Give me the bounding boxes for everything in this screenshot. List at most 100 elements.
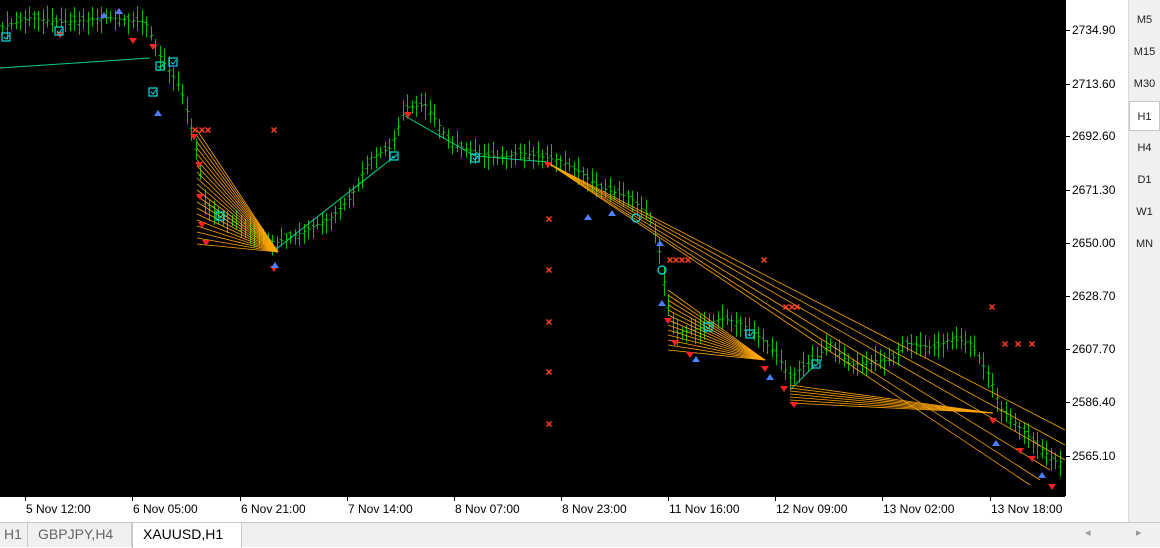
cross-marker (198, 126, 206, 134)
fib-channel-line (547, 162, 1065, 461)
chart-tab-xauusd-h1[interactable]: XAUUSD,H1 (132, 523, 242, 548)
price-tick (1066, 83, 1070, 85)
timeframe-button-h1[interactable]: H1 (1129, 101, 1160, 131)
time-tick-label: 13 Nov 18:00 (991, 502, 1063, 516)
check-mark-icon (170, 59, 177, 65)
trend-line (274, 155, 396, 251)
fib-fan-line (789, 393, 994, 414)
timeframe-button-h4[interactable]: H4 (1129, 133, 1160, 163)
price-chart (0, 5, 1065, 490)
chart-tab-gbpjpy-h4[interactable]: GBPJPY,H4 (28, 523, 132, 547)
check-mark-icon (813, 361, 820, 367)
price-tick (1066, 402, 1070, 404)
price-tick-label: 2607.70 (1072, 341, 1116, 356)
sell-arrow-icon (686, 352, 694, 358)
price-tick (1066, 348, 1070, 350)
cross-marker (204, 126, 212, 134)
fib-fan-line (196, 129, 279, 253)
price-tick-label: 2692.60 (1072, 129, 1116, 144)
price-tick-label: 2671.30 (1072, 182, 1116, 197)
time-axis: 5 Nov 12:00 6 Nov 05:00 6 Nov 21:00 7 Nov 1… (0, 496, 1065, 522)
timeframe-button-m30[interactable]: M30 (1129, 69, 1160, 99)
price-tick (1066, 296, 1070, 298)
timeframe-panel: M5 M15 M30 H1 H4 D1 W1 MN (1128, 0, 1160, 522)
check-mark-icon (3, 34, 10, 40)
fib-fan-line (196, 195, 279, 253)
time-tick (668, 497, 669, 501)
trend-line (0, 57, 151, 69)
price-tick-label: 2565.10 (1072, 448, 1116, 463)
timeframe-button-w1[interactable]: W1 (1129, 197, 1160, 227)
trend-line (789, 364, 816, 391)
chart-area[interactable] (0, 0, 1065, 496)
cross-marker (988, 303, 996, 311)
price-tick-label: 2734.90 (1072, 23, 1116, 38)
sell-arrow-icon (129, 38, 137, 44)
time-tick-label: 6 Nov 21:00 (241, 502, 306, 516)
buy-arrow-icon (271, 262, 279, 268)
time-tick-label: 8 Nov 23:00 (562, 502, 627, 516)
sell-arrow-icon (761, 366, 769, 372)
cross-marker (666, 256, 674, 264)
cross-marker (1028, 340, 1036, 348)
buy-arrow-icon (656, 240, 664, 246)
time-tick-label: 11 Nov 16:00 (669, 502, 740, 516)
fib-channel-line (547, 162, 1041, 481)
chart-tab-bar: XAUUSD,H1 GBPJPY,H4 H1 ◂ ▸ (0, 522, 1160, 548)
buy-arrow-icon (115, 8, 123, 14)
price-tick-label: 2628.70 (1072, 289, 1116, 304)
buy-arrow-icon (1038, 472, 1046, 478)
time-tick-label: 13 Nov 02:00 (883, 502, 955, 516)
buy-arrow-icon (658, 300, 666, 306)
time-tick (775, 497, 776, 501)
fib-fan-line (789, 387, 994, 414)
price-tick (1066, 455, 1070, 457)
time-tick (240, 497, 241, 501)
tab-scroll-left-icon[interactable]: ◂ (1085, 526, 1091, 539)
chart-tab-h1[interactable]: H1 (0, 523, 28, 547)
timeframe-button-mn[interactable]: MN (1129, 229, 1160, 259)
buy-arrow-icon (154, 110, 162, 116)
sell-arrow-icon (989, 418, 997, 424)
price-tick (1066, 30, 1070, 32)
cross-marker (545, 318, 553, 326)
fib-channel-line (547, 162, 1065, 446)
buy-arrow-icon (608, 210, 616, 216)
cross-marker (678, 256, 686, 264)
price-tick (1066, 242, 1070, 244)
time-tick (561, 497, 562, 501)
price-tick-label: 2713.60 (1072, 76, 1116, 91)
tab-scroll-right-icon[interactable]: ▸ (1136, 526, 1142, 539)
time-tick-label: 6 Nov 05:00 (133, 502, 198, 516)
cross-marker (545, 368, 553, 376)
box-marker (168, 57, 178, 67)
cross-marker (545, 420, 553, 428)
buy-arrow-icon (692, 356, 700, 362)
time-tick-label: 12 Nov 09:00 (776, 502, 848, 516)
price-tick (1066, 189, 1070, 191)
cross-marker (684, 256, 692, 264)
buy-arrow-icon (584, 214, 592, 220)
sell-arrow-icon (196, 194, 204, 200)
timeframe-button-d1[interactable]: D1 (1129, 165, 1160, 195)
fib-fan-line (196, 141, 279, 253)
cross-marker (545, 266, 553, 274)
fib-channel-line (547, 162, 1031, 486)
time-tick (347, 497, 348, 501)
buy-arrow-icon (992, 440, 1000, 446)
cross-marker (672, 256, 680, 264)
price-tick (1066, 136, 1070, 138)
box-marker (1, 32, 11, 42)
cross-marker (788, 303, 796, 311)
timeframe-button-m15[interactable]: M15 (1129, 37, 1160, 67)
time-tick (882, 497, 883, 501)
sell-arrow-icon (790, 402, 798, 408)
cross-marker (760, 256, 768, 264)
check-mark-icon (150, 89, 157, 95)
time-tick-label: 5 Nov 12:00 (26, 502, 91, 516)
time-tick (25, 497, 26, 501)
sell-arrow-icon (780, 386, 788, 392)
fib-channel-line (547, 162, 1051, 471)
timeframe-button-m5[interactable]: M5 (1129, 5, 1160, 35)
time-tick (990, 497, 991, 501)
